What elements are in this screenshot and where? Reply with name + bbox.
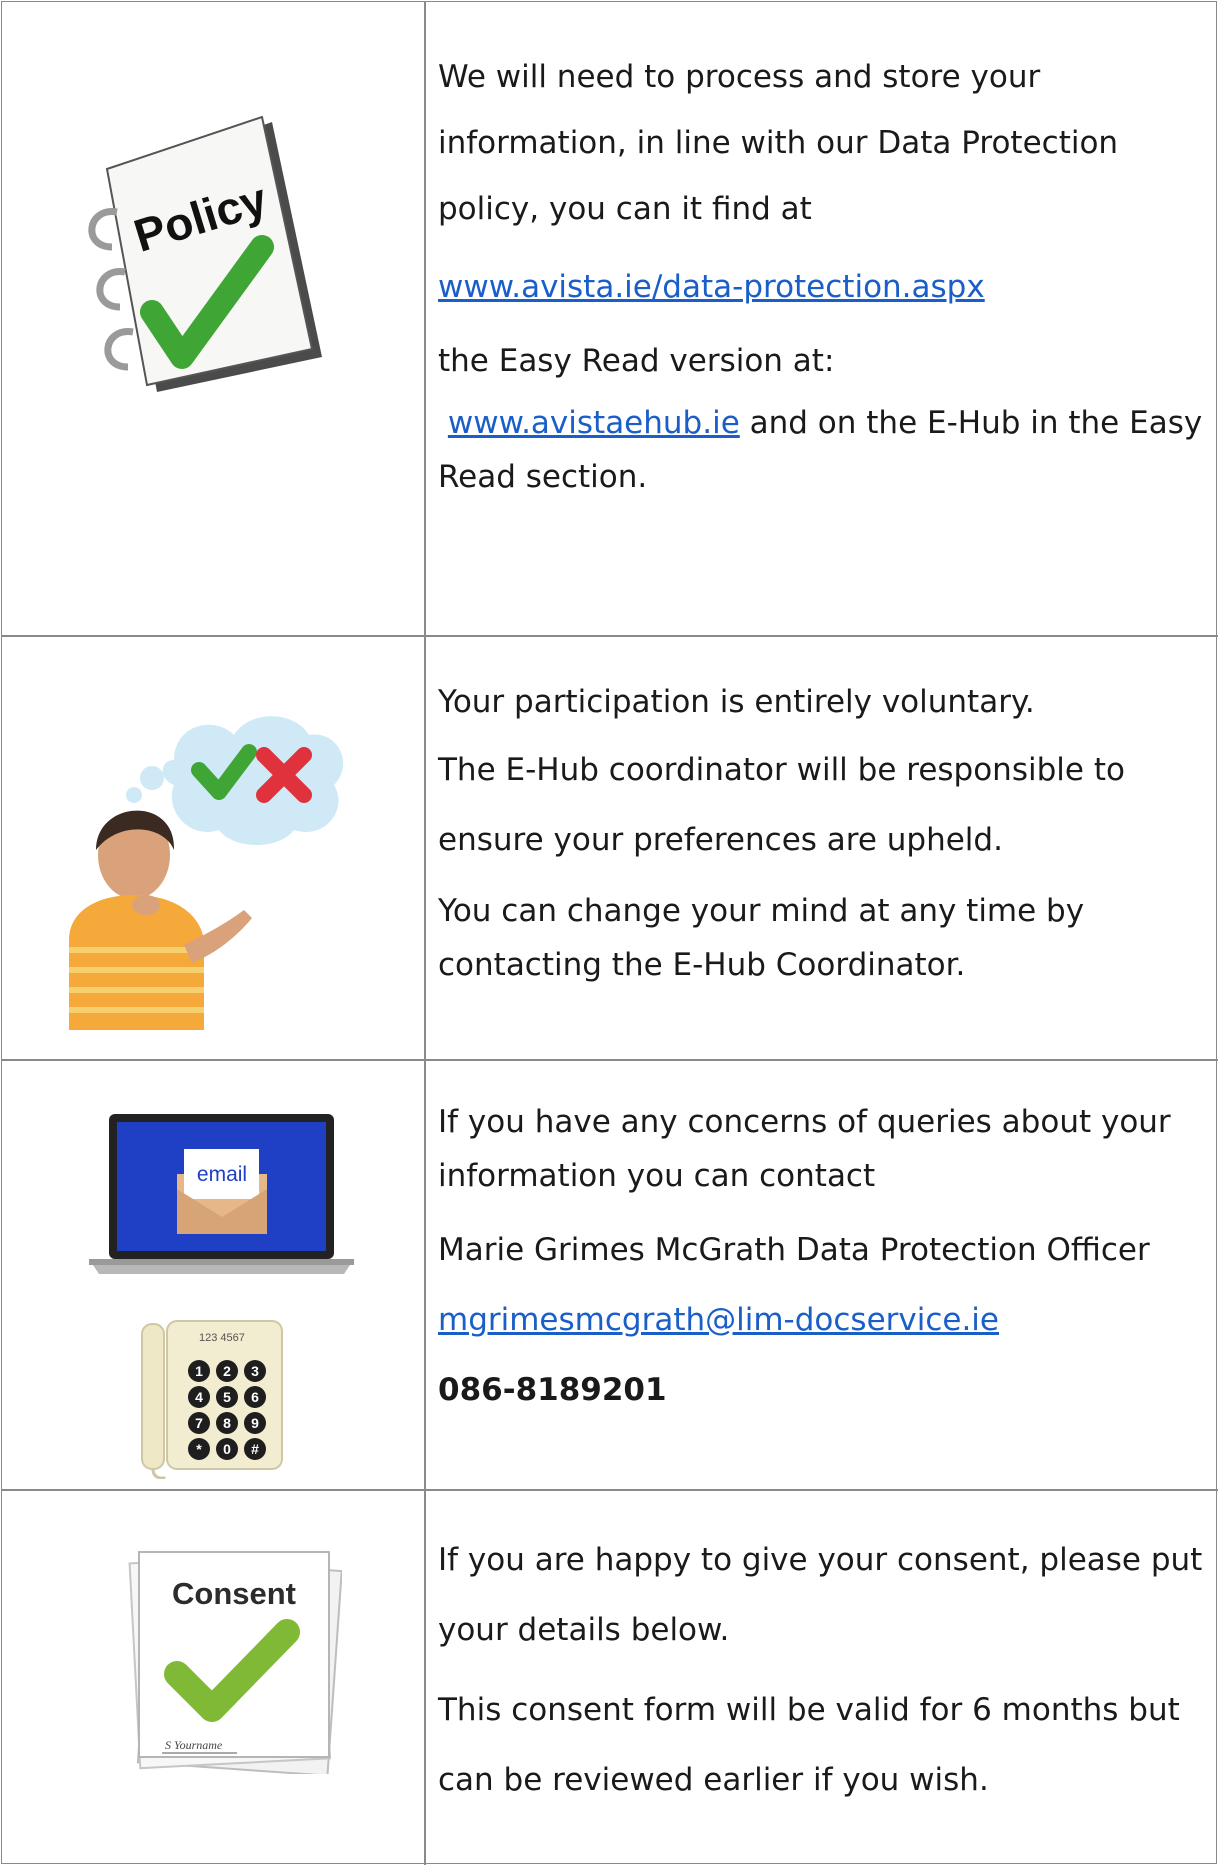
policy-line-3: policy, you can it find at <box>438 191 812 227</box>
keypad-key-label: 7 <box>195 1415 203 1431</box>
keypad-key-label: 1 <box>195 1363 203 1379</box>
contact-image-cell: email 123 4567 1 2 3 4 5 6 7 8 9 * 0 # <box>2 1059 424 1489</box>
keypad-key-label: 8 <box>223 1415 231 1431</box>
policy-notebook-icon: Policy <box>88 115 322 392</box>
email-link[interactable]: mgrimesmcgrath@lim-docservice.ie <box>438 1302 999 1338</box>
keypad-key-label: * <box>196 1441 202 1457</box>
consent-line-1: If you are happy to give your consent, p… <box>438 1542 1203 1578</box>
contact-line-2: information you can contact <box>438 1158 876 1194</box>
email-label: email <box>197 1163 247 1186</box>
keypad-key-label: 3 <box>251 1363 259 1379</box>
signature: S Yourname <box>165 1738 223 1752</box>
phone-number: 086-8189201 <box>438 1372 667 1408</box>
voluntary-line-5: contacting the E-Hub Coordinator. <box>438 947 966 983</box>
contact-line-3: Marie Grimes McGrath Data Protection Off… <box>438 1232 1150 1268</box>
voluntary-line-2: The E-Hub coordinator will be responsibl… <box>438 752 1125 788</box>
keypad-key-label: 4 <box>195 1389 203 1405</box>
voluntary-image-cell <box>2 635 424 1059</box>
document-table: Policy We will need to process and store… <box>1 1 1218 1865</box>
keypad-key-label: 5 <box>223 1389 231 1405</box>
keypad-key-label: 2 <box>223 1363 231 1379</box>
voluntary-line-1: Your participation is entirely voluntary… <box>438 684 1035 720</box>
consent-form-icon: Consent S Yourname <box>128 1551 342 1774</box>
data-protection-link[interactable]: www.avista.ie/data-protection.aspx <box>438 269 985 305</box>
policy-text-cell: We will need to process and store your i… <box>438 44 1203 504</box>
consent-line-3: This consent form will be valid for 6 mo… <box>438 1692 1180 1728</box>
keypad-key-label: 9 <box>251 1415 259 1431</box>
contact-line-1: If you have any concerns of queries abou… <box>438 1104 1171 1140</box>
easy-read-link[interactable]: www.avistaehub.ie <box>448 405 740 441</box>
policy-line-6: Read section. <box>438 459 648 495</box>
policy-line-2: information, in line with our Data Prote… <box>438 125 1119 161</box>
voluntary-text-cell: Your participation is entirely voluntary… <box>438 670 1203 992</box>
phone-number-label: 123 4567 <box>199 1332 245 1344</box>
keypad-key-label: 0 <box>223 1441 231 1457</box>
keypad-key-label: 6 <box>251 1389 259 1405</box>
thinking-person-icon <box>69 716 344 1030</box>
voluntary-line-4: You can change your mind at any time by <box>438 893 1085 929</box>
contact-text-cell: If you have any concerns of queries abou… <box>438 1095 1203 1423</box>
consent-line-2: your details below. <box>438 1612 730 1648</box>
policy-line-4: the Easy Read version at: <box>438 343 835 379</box>
policy-line-5: and on the E-Hub in the Easy <box>739 405 1203 441</box>
consent-label: Consent <box>172 1576 296 1611</box>
keypad-key-label: # <box>251 1441 259 1457</box>
consent-line-4: can be reviewed earlier if you wish. <box>438 1762 989 1798</box>
column-divider <box>424 2 426 1865</box>
telephone-icon: 123 4567 1 2 3 4 5 6 7 8 9 * 0 # <box>141 1320 283 1479</box>
policy-line-1: We will need to process and store your <box>438 59 1041 95</box>
consent-image-cell: Consent S Yourname <box>2 1489 424 1865</box>
voluntary-line-3: ensure your preferences are upheld. <box>438 822 1003 858</box>
consent-text-cell: If you are happy to give your consent, p… <box>438 1525 1203 1815</box>
policy-image-cell: Policy <box>2 2 424 635</box>
email-laptop-icon: email <box>89 1114 354 1274</box>
